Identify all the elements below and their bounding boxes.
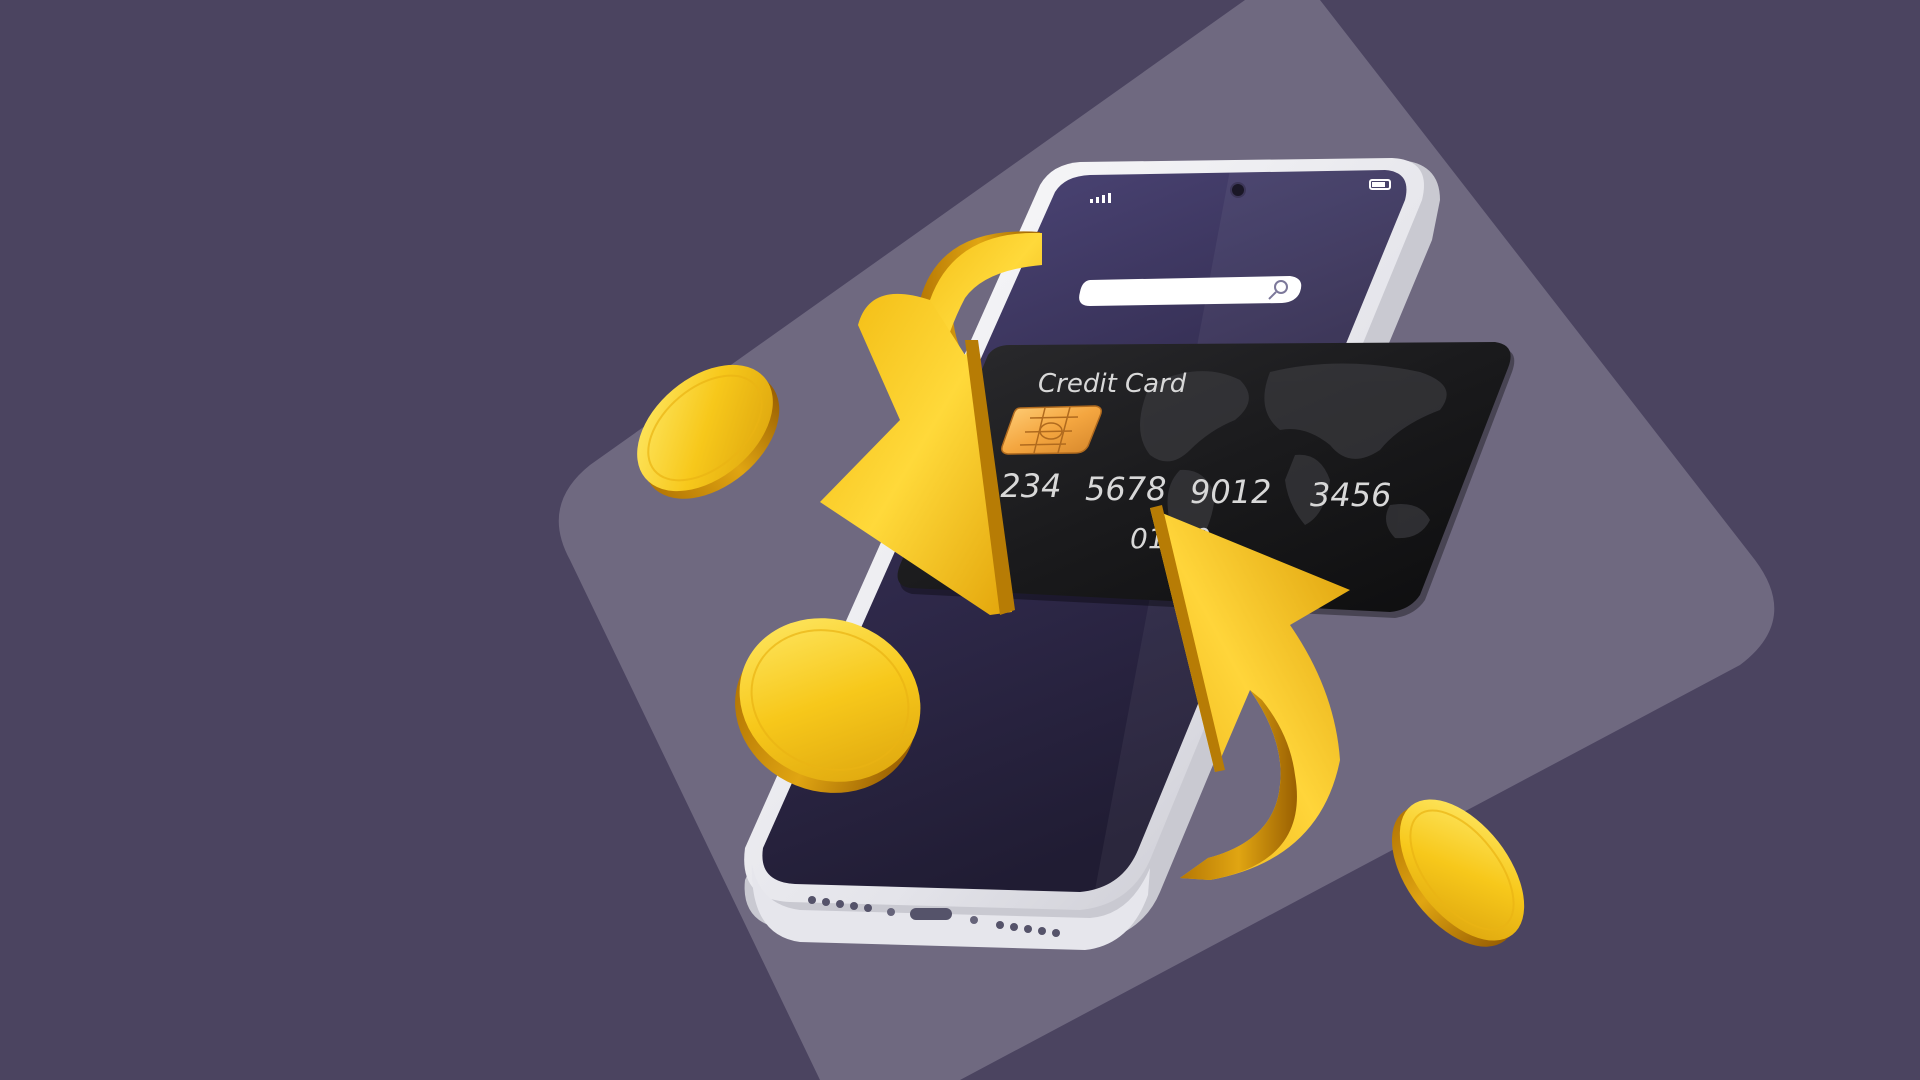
screw-right (970, 916, 978, 924)
screw-left (887, 908, 895, 916)
chip-icon (1001, 405, 1102, 455)
illustration-scene: Credit Card 1234 5678 9012 3456 01/30 (0, 0, 1920, 1080)
camera-icon (1230, 182, 1246, 198)
search-bar[interactable] (1079, 276, 1302, 306)
card-number-group-4: 3456 (1310, 476, 1391, 514)
search-input[interactable] (1079, 276, 1302, 306)
credit-card-title: Credit Card (1038, 369, 1187, 399)
card-number-group-2: 5678 (1085, 470, 1166, 508)
charging-port (910, 908, 952, 920)
card-number-group-3: 9012 (1190, 473, 1271, 511)
illustration-canvas: Credit Card 1234 5678 9012 3456 01/30 (558, 0, 1775, 1080)
